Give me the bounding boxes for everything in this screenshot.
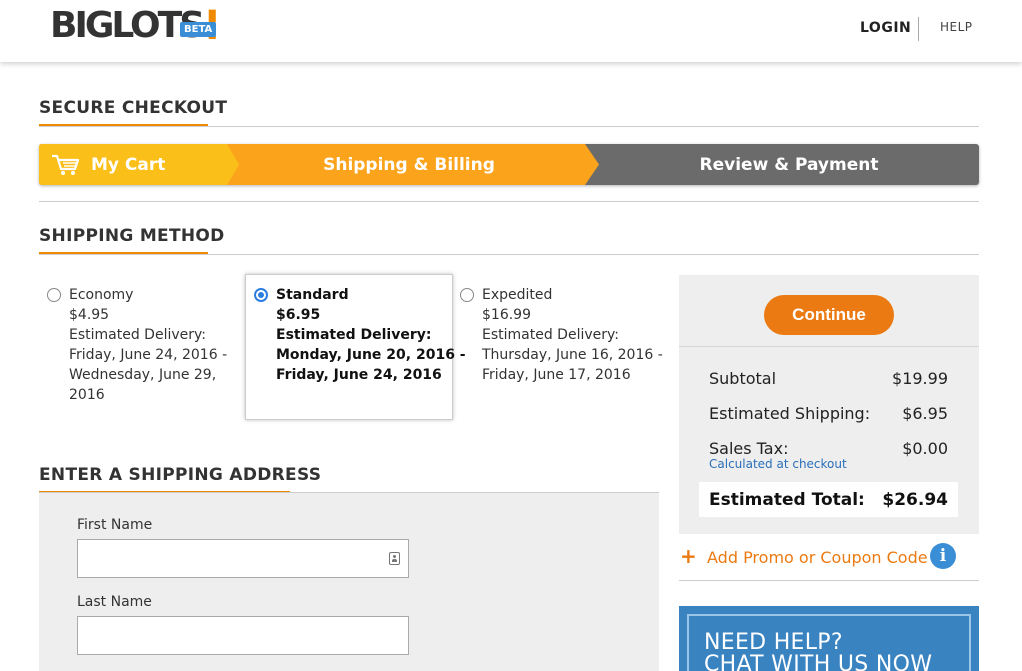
shipping-address-title: ENTER A SHIPPING ADDRESS: [39, 465, 322, 485]
option-name: Economy: [69, 287, 134, 303]
continue-button[interactable]: Continue: [764, 295, 894, 335]
add-promo-link[interactable]: Add Promo or Coupon Code: [707, 548, 928, 567]
divider: [39, 201, 979, 202]
contact-card-icon[interactable]: [389, 552, 400, 565]
info-icon[interactable]: i: [930, 543, 956, 569]
delivery-label: Estimated Delivery:: [482, 327, 619, 343]
option-name: Expedited: [482, 287, 553, 303]
checkout-progress-bar: My Cart Shipping & Billing Review & Paym…: [39, 144, 979, 185]
subtotal-label: Subtotal: [709, 369, 777, 388]
help-link[interactable]: HELP: [940, 20, 973, 34]
shipping-cost-value: $6.95: [902, 404, 948, 423]
shipping-option-expedited[interactable]: Expedited $16.99 Estimated Delivery: Thu…: [460, 285, 663, 385]
shipping-option-standard[interactable]: Standard $6.95 Estimated Delivery: Monda…: [254, 285, 466, 385]
sales-tax-label: Sales Tax:: [709, 439, 789, 458]
delivery-line: Friday, June 24, 2016 -: [69, 347, 228, 363]
radio-standard[interactable]: [254, 288, 268, 302]
delivery-line: 2016: [69, 387, 105, 403]
login-link[interactable]: LOGIN: [860, 20, 911, 36]
sales-tax-value: $0.00: [902, 439, 948, 458]
delivery-line: Friday, June 17, 2016: [482, 367, 631, 383]
nav-divider: [918, 17, 919, 41]
step-review-payment: Review & Payment: [699, 154, 879, 175]
chat-now-text[interactable]: CHAT WITH US NOW: [704, 652, 932, 671]
step-my-cart[interactable]: My Cart: [91, 144, 165, 185]
cart-icon: [52, 154, 80, 175]
subtotal-value: $19.99: [892, 369, 948, 388]
radio-expedited[interactable]: [460, 288, 474, 302]
delivery-label: Estimated Delivery:: [276, 327, 432, 343]
delivery-line: Monday, June 20, 2016 -: [276, 347, 466, 363]
option-price: $16.99: [482, 307, 531, 323]
option-name: Standard: [276, 287, 349, 303]
divider: [39, 126, 979, 127]
option-price: $4.95: [69, 307, 110, 323]
delivery-label: Estimated Delivery:: [69, 327, 206, 343]
divider: [39, 254, 979, 255]
radio-economy[interactable]: [47, 288, 61, 302]
estimated-total-value: $26.94: [882, 490, 948, 510]
estimated-total-label: Estimated Total:: [709, 490, 865, 510]
delivery-line: Thursday, June 16, 2016 -: [482, 347, 663, 363]
secure-checkout-title: SECURE CHECKOUT: [39, 98, 228, 118]
divider: [679, 580, 979, 581]
first-name-label: First Name: [77, 517, 153, 533]
site-header: BIGLOTS ! BETA LOGIN HELP: [0, 0, 1022, 62]
last-name-input[interactable]: [77, 616, 409, 655]
first-name-input[interactable]: [77, 539, 409, 578]
last-name-label: Last Name: [77, 594, 152, 610]
delivery-line: Wednesday, June 29,: [69, 367, 217, 383]
step-shipping-billing: Shipping & Billing: [323, 154, 495, 175]
shipping-method-title: SHIPPING METHOD: [39, 226, 225, 246]
shipping-option-economy[interactable]: Economy $4.95 Estimated Delivery: Friday…: [47, 285, 228, 405]
option-price: $6.95: [276, 307, 321, 323]
sales-tax-note: Calculated at checkout: [709, 457, 847, 471]
plus-icon[interactable]: +: [680, 544, 697, 568]
shipping-cost-label: Estimated Shipping:: [709, 404, 871, 423]
beta-badge: BETA: [180, 22, 217, 37]
delivery-line: Friday, June 24, 2016: [276, 367, 442, 383]
